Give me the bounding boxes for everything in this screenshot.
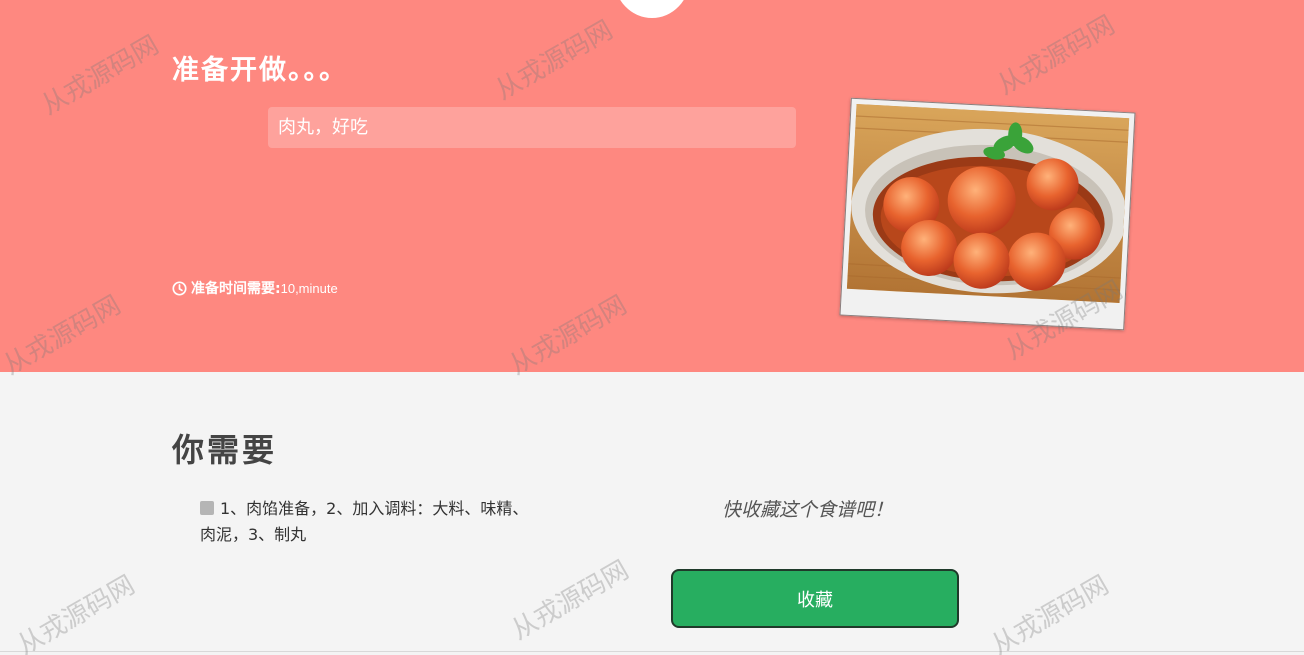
watermark: 从戎源码网 bbox=[986, 570, 1115, 655]
watermark: 从戎源码网 bbox=[12, 570, 141, 655]
ingredient-checkbox[interactable] bbox=[200, 501, 214, 515]
collect-prompt: 快收藏这个食谱吧！ bbox=[722, 499, 894, 521]
top-avatar-circle bbox=[614, 0, 690, 18]
section-title-ingredients: 你需要 bbox=[172, 431, 278, 469]
prep-time-label: 准备时间需要: bbox=[191, 281, 281, 297]
recipe-description-field[interactable] bbox=[268, 107, 796, 148]
recipe-page: 准备开做。。。 准备时间需要: 10,minute bbox=[0, 0, 1304, 655]
recipe-hero: 准备开做。。。 准备时间需要: 10,minute bbox=[0, 0, 1304, 372]
watermark: 从戎源码网 bbox=[506, 555, 635, 647]
prep-time-value: 10,minute bbox=[280, 280, 338, 296]
collect-button[interactable]: 收藏 bbox=[671, 569, 959, 628]
ingredient-item: 1、肉馅准备，2、加入调料：大料、味精、肉泥，3、制丸 bbox=[200, 496, 530, 548]
prep-time: 准备时间需要: 10,minute bbox=[172, 278, 338, 298]
bottom-divider bbox=[0, 651, 1304, 652]
ingredient-text: 1、肉馅准备，2、加入调料：大料、味精、肉泥，3、制丸 bbox=[200, 499, 529, 544]
clock-icon bbox=[172, 280, 187, 296]
meatball-image bbox=[846, 103, 1130, 304]
page-title: 准备开做。。。 bbox=[172, 55, 348, 86]
recipe-photo bbox=[839, 97, 1136, 331]
